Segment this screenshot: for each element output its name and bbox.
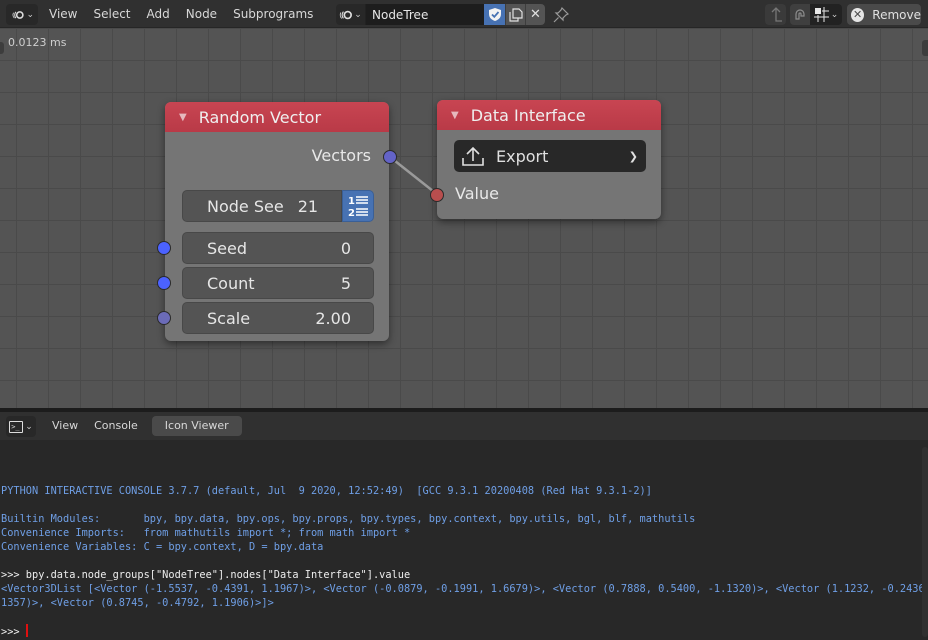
node-tree-browse-button[interactable]: ⌄ xyxy=(336,4,366,25)
magnet-icon xyxy=(795,8,805,20)
node-data-interface[interactable]: ▼ Data Interface Export ❯ Value xyxy=(430,100,661,219)
output-label-vectors: Vectors xyxy=(311,146,371,165)
menu-view[interactable]: View xyxy=(41,0,85,28)
seed-value: 0 xyxy=(340,238,351,258)
node-header[interactable]: ▼ Random Vector xyxy=(165,102,389,132)
editor-type-selector[interactable]: >_ ⌄ xyxy=(6,416,36,437)
menu-node[interactable]: Node xyxy=(178,0,225,28)
numbered-list-icon: 1 2 xyxy=(348,196,368,218)
icon-viewer-button[interactable]: Icon Viewer xyxy=(151,416,242,436)
chevron-down-icon: ⌄ xyxy=(830,9,839,20)
menu-add[interactable]: Add xyxy=(139,0,178,28)
socket-count-input[interactable] xyxy=(157,276,171,290)
node-link[interactable] xyxy=(389,156,439,196)
shield-check-icon xyxy=(488,8,501,21)
chevron-down-icon: ⌄ xyxy=(25,421,33,432)
svg-text:1: 1 xyxy=(348,196,355,207)
socket-scale-input[interactable] xyxy=(157,311,171,325)
parent-node-tree-button[interactable] xyxy=(765,4,786,25)
scale-label: Scale xyxy=(207,308,251,328)
console-prompt: >>> xyxy=(1,626,26,638)
menu-view[interactable]: View xyxy=(44,412,86,440)
terminal-icon: >_ xyxy=(9,420,24,433)
collapse-triangle-icon[interactable]: ▼ xyxy=(179,112,187,123)
count-value: 5 xyxy=(340,273,351,293)
remove-button[interactable]: ✕ Remove xyxy=(847,4,921,25)
node-seed-label: Node See xyxy=(207,196,284,216)
seed-input[interactable]: Seed 0 xyxy=(182,232,374,264)
mode-dropdown[interactable]: Export ❯ xyxy=(454,140,646,172)
arrow-up-icon xyxy=(771,6,782,22)
close-icon: ✕ xyxy=(530,7,541,22)
export-icon xyxy=(462,146,484,166)
chevron-down-icon: ❯ xyxy=(628,149,638,163)
console-line: Convenience Variables: C = bpy.context, … xyxy=(1,541,324,553)
snap-mode-dropdown[interactable]: ⌄ xyxy=(810,4,842,25)
socket-seed-input[interactable] xyxy=(157,241,171,255)
console-scrollbar[interactable] xyxy=(922,447,928,637)
scale-input[interactable]: Scale 2.00 xyxy=(182,302,374,334)
remove-x-icon: ✕ xyxy=(851,7,865,22)
pin-button[interactable] xyxy=(551,5,571,24)
node-canvas[interactable]: 0.0123 ms ▼ Random Vector Vectors Node S… xyxy=(0,28,928,408)
unlink-button[interactable]: ✕ xyxy=(525,4,545,25)
chevron-down-icon: ⌄ xyxy=(354,9,362,20)
seed-label: Seed xyxy=(207,238,247,258)
console-line: 1357)>, <Vector (0.8745, -0.4792, 1.1906… xyxy=(1,597,274,609)
duplicate-icon xyxy=(508,7,523,22)
node-seed-input[interactable]: Node See 21 xyxy=(182,190,342,222)
console-prompt-line[interactable]: >>> xyxy=(1,624,28,639)
pin-icon xyxy=(553,6,569,22)
node-tree-icon xyxy=(340,10,353,19)
node-random-vector[interactable]: ▼ Random Vector Vectors Node See 21 1 2 … xyxy=(157,102,397,341)
snap-controls: ⌄ xyxy=(790,4,842,25)
console-line: Convenience Imports: from mathutils impo… xyxy=(1,527,411,539)
node-header[interactable]: ▼ Data Interface xyxy=(437,100,661,130)
console-line: Builtin Modules: bpy, bpy.data, bpy.ops,… xyxy=(1,513,696,525)
socket-value-input[interactable] xyxy=(430,188,444,202)
node-title: Random Vector xyxy=(198,107,322,127)
remove-label: Remove xyxy=(872,7,921,22)
mode-selected: Export xyxy=(496,146,549,166)
python-console[interactable]: PYTHON INTERACTIVE CONSOLE 3.7.7 (defaul… xyxy=(0,440,928,640)
snap-toggle[interactable] xyxy=(790,4,810,25)
menu-subprograms[interactable]: Subprograms xyxy=(225,0,321,28)
count-label: Count xyxy=(207,273,255,293)
svg-text:2: 2 xyxy=(348,208,355,218)
console-line: >>> bpy.data.node_groups["NodeTree"].nod… xyxy=(1,569,411,581)
node-title: Data Interface xyxy=(470,105,586,125)
menu-console[interactable]: Console xyxy=(86,412,146,440)
node-seed-value: 21 xyxy=(297,196,319,216)
grid-snap-icon xyxy=(813,7,829,22)
scale-value: 2.00 xyxy=(315,308,351,328)
console-line: PYTHON INTERACTIVE CONSOLE 3.7.7 (defaul… xyxy=(1,485,652,497)
console-header: >_ ⌄ View Console Icon Viewer xyxy=(0,412,928,440)
node-editor-header: ⌄ View Select Add Node Subprograms ⌄ Nod… xyxy=(0,0,928,28)
editor-type-selector[interactable]: ⌄ xyxy=(6,4,38,25)
fake-user-button[interactable] xyxy=(484,4,505,25)
node-tree-selector: ⌄ NodeTree ✕ xyxy=(336,4,545,25)
console-line: <Vector3DList [<Vector (-1.5537, -0.4391… xyxy=(1,583,928,595)
text-cursor xyxy=(25,624,28,637)
node-tree-name-field[interactable]: NodeTree xyxy=(366,4,484,25)
node-seed-field[interactable]: Node See 21 1 2 xyxy=(182,190,374,222)
count-input[interactable]: Count 5 xyxy=(182,267,374,299)
socket-vectors-output[interactable] xyxy=(383,150,397,164)
header-menu: View Select Add Node Subprograms xyxy=(41,0,321,28)
node-editor-icon xyxy=(12,10,24,19)
collapse-triangle-icon[interactable]: ▼ xyxy=(451,110,459,121)
input-label-value: Value xyxy=(455,184,499,203)
chevron-down-icon: ⌄ xyxy=(26,9,34,20)
menu-select[interactable]: Select xyxy=(85,0,138,28)
seed-mode-button[interactable]: 1 2 xyxy=(342,190,374,222)
duplicate-button[interactable] xyxy=(505,4,525,25)
